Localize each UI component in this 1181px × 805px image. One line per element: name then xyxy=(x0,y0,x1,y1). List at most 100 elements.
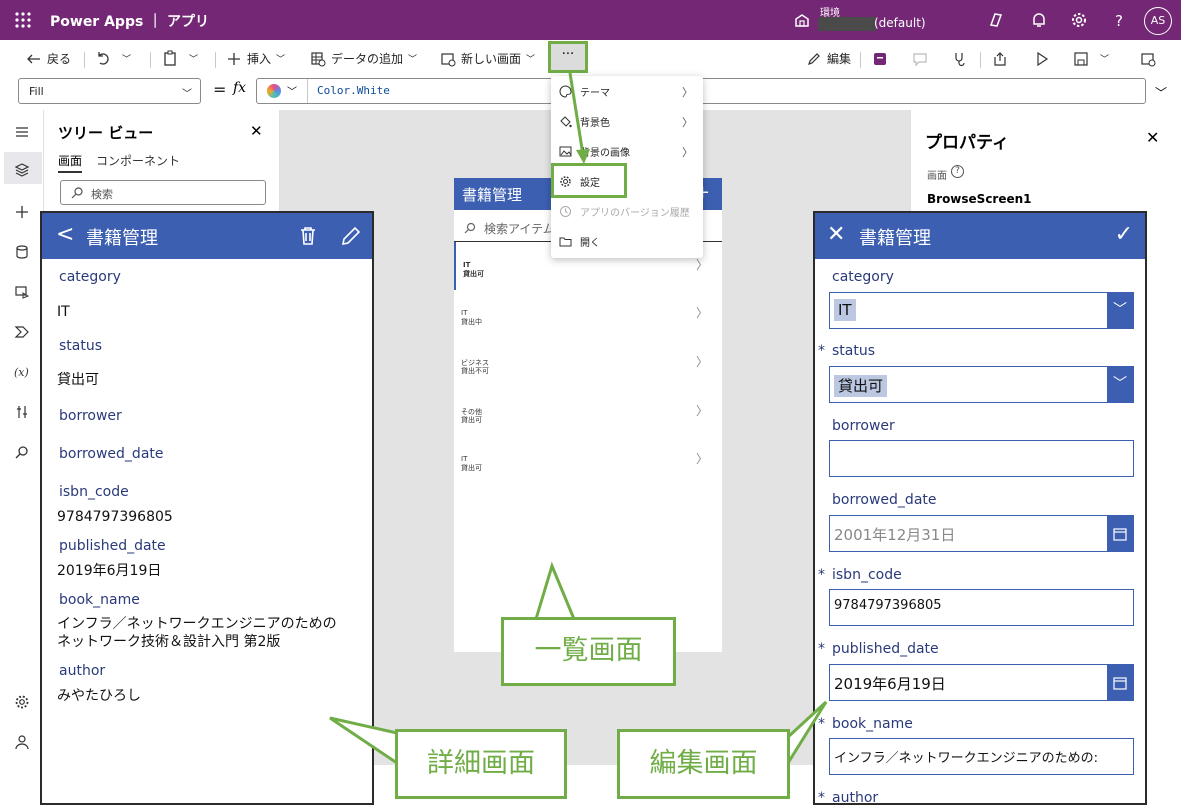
chevron-down-icon[interactable]: ﹀ xyxy=(1107,367,1133,402)
add-data-button[interactable]: データの追加 ﹀ xyxy=(310,50,417,67)
clipboard-icon xyxy=(164,50,176,66)
chevron-down-icon[interactable]: ﹀ xyxy=(287,83,297,98)
edit-label: 編集 xyxy=(827,52,852,66)
arrow-left-icon xyxy=(27,54,40,63)
share-icon[interactable] xyxy=(992,51,1008,67)
tools-icon[interactable] xyxy=(14,404,30,420)
tab-screens[interactable]: 画面 xyxy=(58,152,83,173)
close-icon[interactable]: ✕ xyxy=(827,222,845,247)
list-item[interactable]: IT 貸出中 〉 xyxy=(454,290,722,338)
chevron-right-icon[interactable]: 〉 xyxy=(696,304,708,321)
field-label-category: category xyxy=(59,269,121,285)
chevron-right-icon: 〉 xyxy=(682,86,693,99)
gear-icon[interactable] xyxy=(1070,11,1088,29)
field-value-status: 貸出可 xyxy=(57,372,99,388)
pencil-icon xyxy=(808,52,820,65)
edit-button[interactable]: 編集 xyxy=(806,50,851,67)
chevron-right-icon[interactable]: 〉 xyxy=(696,353,708,370)
field-label-book-name: book_name xyxy=(59,592,140,608)
chevron-down-icon[interactable]: ﹀ xyxy=(1107,293,1133,328)
divider xyxy=(84,52,85,68)
chevron-right-icon: 〉 xyxy=(682,116,693,129)
stethoscope-icon[interactable] xyxy=(952,51,968,67)
calendar-icon[interactable] xyxy=(1107,665,1133,700)
paste-button[interactable]: ﹀ xyxy=(162,50,198,66)
borrowed-date-picker[interactable]: 2001年12月31日 xyxy=(829,515,1134,552)
list-item-category: IT xyxy=(463,261,471,269)
callout-edit-screen: 編集画面 xyxy=(617,729,790,799)
search-placeholder: 検索 xyxy=(91,188,113,201)
play-icon[interactable] xyxy=(1034,51,1050,67)
divider xyxy=(215,52,216,68)
hamburger-icon[interactable] xyxy=(14,124,30,140)
list-item[interactable]: IT 貸出可 〉 xyxy=(454,436,722,484)
database-icon[interactable] xyxy=(14,244,30,260)
insert-button[interactable]: 挿入 ﹀ xyxy=(226,50,285,67)
layers-icon[interactable] xyxy=(14,162,30,178)
plus-icon xyxy=(228,52,240,65)
screen-type-label: 画面 xyxy=(927,171,947,182)
category-selected-value: IT xyxy=(834,299,856,321)
undo-button[interactable]: ﹀ xyxy=(95,50,131,66)
power-automate-icon[interactable] xyxy=(14,324,30,340)
settings-icon[interactable] xyxy=(14,694,30,710)
status-dropdown[interactable]: 貸出可 ﹀ xyxy=(829,366,1134,403)
tab-components[interactable]: コンポーネント xyxy=(96,152,180,169)
property-dropdown[interactable]: Fill ﹀ xyxy=(18,78,201,104)
help-icon[interactable]: ? xyxy=(951,165,964,178)
list-item[interactable]: その他 貸出可 〉 xyxy=(454,388,722,436)
variables-icon[interactable]: (x) xyxy=(14,364,30,380)
search-icon[interactable] xyxy=(14,444,30,460)
avatar[interactable]: AS xyxy=(1144,7,1172,35)
isbn-input[interactable]: 9784797396805 xyxy=(829,589,1134,626)
environment-name[interactable]: (default) xyxy=(874,16,926,30)
new-screen-icon xyxy=(441,52,456,66)
chevron-down-icon[interactable]: ﹀ xyxy=(1155,84,1167,101)
app-launcher-icon[interactable] xyxy=(14,11,32,29)
bell-icon[interactable] xyxy=(1030,11,1048,29)
edit-label-book-name: book_name xyxy=(832,716,913,732)
calendar-icon[interactable] xyxy=(1107,516,1133,551)
publish-icon[interactable] xyxy=(1140,51,1156,67)
checkmark-icon[interactable]: ✓ xyxy=(1115,222,1133,247)
new-screen-button[interactable]: 新しい画面 ﹀ xyxy=(440,50,535,67)
more-commands-button[interactable]: ··· xyxy=(548,41,588,73)
borrower-input[interactable] xyxy=(829,440,1134,477)
help-icon[interactable]: ? xyxy=(1110,11,1128,29)
edit-label-borrowed-date: borrowed_date xyxy=(832,492,937,508)
list-item[interactable]: ビジネス 貸出不可 〉 xyxy=(454,339,722,387)
comment-icon[interactable] xyxy=(912,51,928,67)
close-icon[interactable]: ✕ xyxy=(1146,128,1159,147)
chevron-right-icon[interactable]: 〉 xyxy=(696,402,708,419)
save-icon[interactable] xyxy=(1073,51,1089,67)
copilot-icon[interactable] xyxy=(987,11,1005,29)
history-icon xyxy=(560,205,571,217)
pencil-icon[interactable] xyxy=(340,225,362,247)
equals-sign: = xyxy=(213,80,227,99)
account-icon[interactable] xyxy=(14,734,30,750)
divider xyxy=(150,52,151,68)
callout-list-screen: 一覧画面 xyxy=(501,617,676,686)
list-item-status: 貸出可 xyxy=(461,464,482,472)
media-icon[interactable] xyxy=(14,284,30,300)
close-icon[interactable]: ✕ xyxy=(250,122,263,140)
published-date-picker[interactable]: 2019年6月19日 xyxy=(829,664,1134,701)
formula-code: Color.White xyxy=(317,84,390,97)
detail-screen: < 書籍管理 category IT status 貸出可 borrower b… xyxy=(40,211,374,805)
copilot-icon[interactable] xyxy=(267,84,281,98)
chevron-down-icon[interactable]: ﹀ xyxy=(1100,52,1109,65)
plus-icon[interactable] xyxy=(14,204,30,220)
tree-search-input[interactable]: 検索 xyxy=(60,180,266,205)
fx-icon: fx xyxy=(233,80,247,96)
menu-item-open[interactable]: 開く xyxy=(551,226,703,256)
app-checker-icon[interactable] xyxy=(872,51,888,67)
chevron-right-icon[interactable]: 〉 xyxy=(696,256,708,273)
category-dropdown[interactable]: IT ﹀ xyxy=(829,292,1134,329)
chevron-right-icon[interactable]: 〉 xyxy=(696,450,708,467)
list-item-status: 貸出中 xyxy=(461,318,482,326)
book-name-input[interactable]: インフラ／ネットワークエンジニアのための: xyxy=(829,738,1134,775)
back-icon[interactable]: < xyxy=(56,222,74,247)
back-button[interactable]: 戻る xyxy=(26,50,71,67)
trash-icon[interactable] xyxy=(297,225,319,247)
add-data-label: データの追加 xyxy=(331,52,404,66)
